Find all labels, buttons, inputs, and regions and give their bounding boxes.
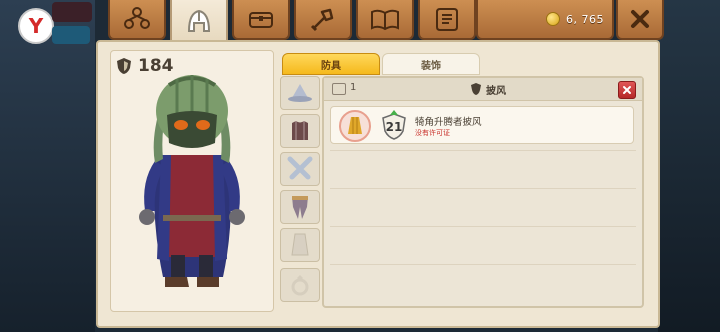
item-count: 1 [350, 82, 357, 93]
close-icon [623, 86, 631, 94]
book-icon [371, 9, 399, 31]
list-divider [330, 188, 636, 189]
currency-display: 6, 765 [476, 0, 614, 40]
hat-slot[interactable] [280, 76, 320, 110]
helmet-icon [187, 9, 211, 32]
background-right [658, 0, 720, 332]
chest-icon [249, 12, 273, 28]
tab-quests[interactable] [418, 0, 476, 40]
weapon-icon [287, 156, 313, 180]
weapon-slot[interactable] [280, 152, 320, 186]
legs-icon [292, 196, 308, 219]
tab-armor-label: 防具 [321, 60, 341, 72]
tab-decor[interactable]: 装饰 [382, 53, 480, 75]
chest-armor-icon [292, 121, 308, 140]
top-tab-bar: 6, 765 [86, 0, 664, 46]
tab-party[interactable] [108, 0, 166, 40]
character-model[interactable] [111, 51, 273, 311]
close-button[interactable] [616, 0, 664, 40]
energy-bar [52, 26, 90, 44]
coin-icon [546, 12, 560, 26]
crafting-icon [310, 8, 334, 32]
game-logo[interactable]: Y [18, 8, 54, 44]
hat-icon [288, 84, 312, 102]
cape-icon [291, 233, 309, 256]
list-header: 1 披风 [324, 78, 642, 101]
close-list-button[interactable] [618, 81, 636, 99]
scroll-icon [436, 8, 458, 31]
tab-crafting[interactable] [294, 0, 352, 40]
chest-slot[interactable] [280, 114, 320, 148]
list-divider [330, 226, 636, 227]
shield-icon [117, 58, 131, 74]
inventory-count-icon [332, 83, 346, 95]
background-left [0, 0, 95, 332]
list-divider [330, 264, 636, 265]
close-icon [631, 10, 649, 28]
ring-slot[interactable] [280, 268, 320, 302]
list-item[interactable]: 21 犄角升腾者披风 没有许可证 [330, 106, 634, 144]
party-icon [124, 7, 150, 29]
item-status: 没有许可证 [415, 129, 450, 137]
tab-journal[interactable] [356, 0, 414, 40]
logo-letter: Y [28, 14, 44, 38]
shield-icon [471, 83, 481, 95]
ring-icon [291, 275, 309, 296]
tab-decor-label: 装饰 [421, 60, 441, 72]
cape-slot[interactable] [280, 228, 320, 262]
item-name: 犄角升腾者披风 [415, 117, 482, 128]
slot-type-label: 披风 [486, 86, 506, 97]
armor-value: 184 [138, 56, 174, 76]
currency-amount: 6, 765 [566, 12, 604, 26]
cape-item-icon [339, 110, 371, 142]
armor-rating: 184 [116, 56, 174, 76]
item-level: 21 [385, 120, 403, 134]
character-preview [110, 50, 274, 312]
legs-slot[interactable] [280, 190, 320, 224]
tab-armor[interactable]: 防具 [282, 53, 380, 75]
list-divider [330, 150, 636, 151]
tab-storage[interactable] [232, 0, 290, 40]
